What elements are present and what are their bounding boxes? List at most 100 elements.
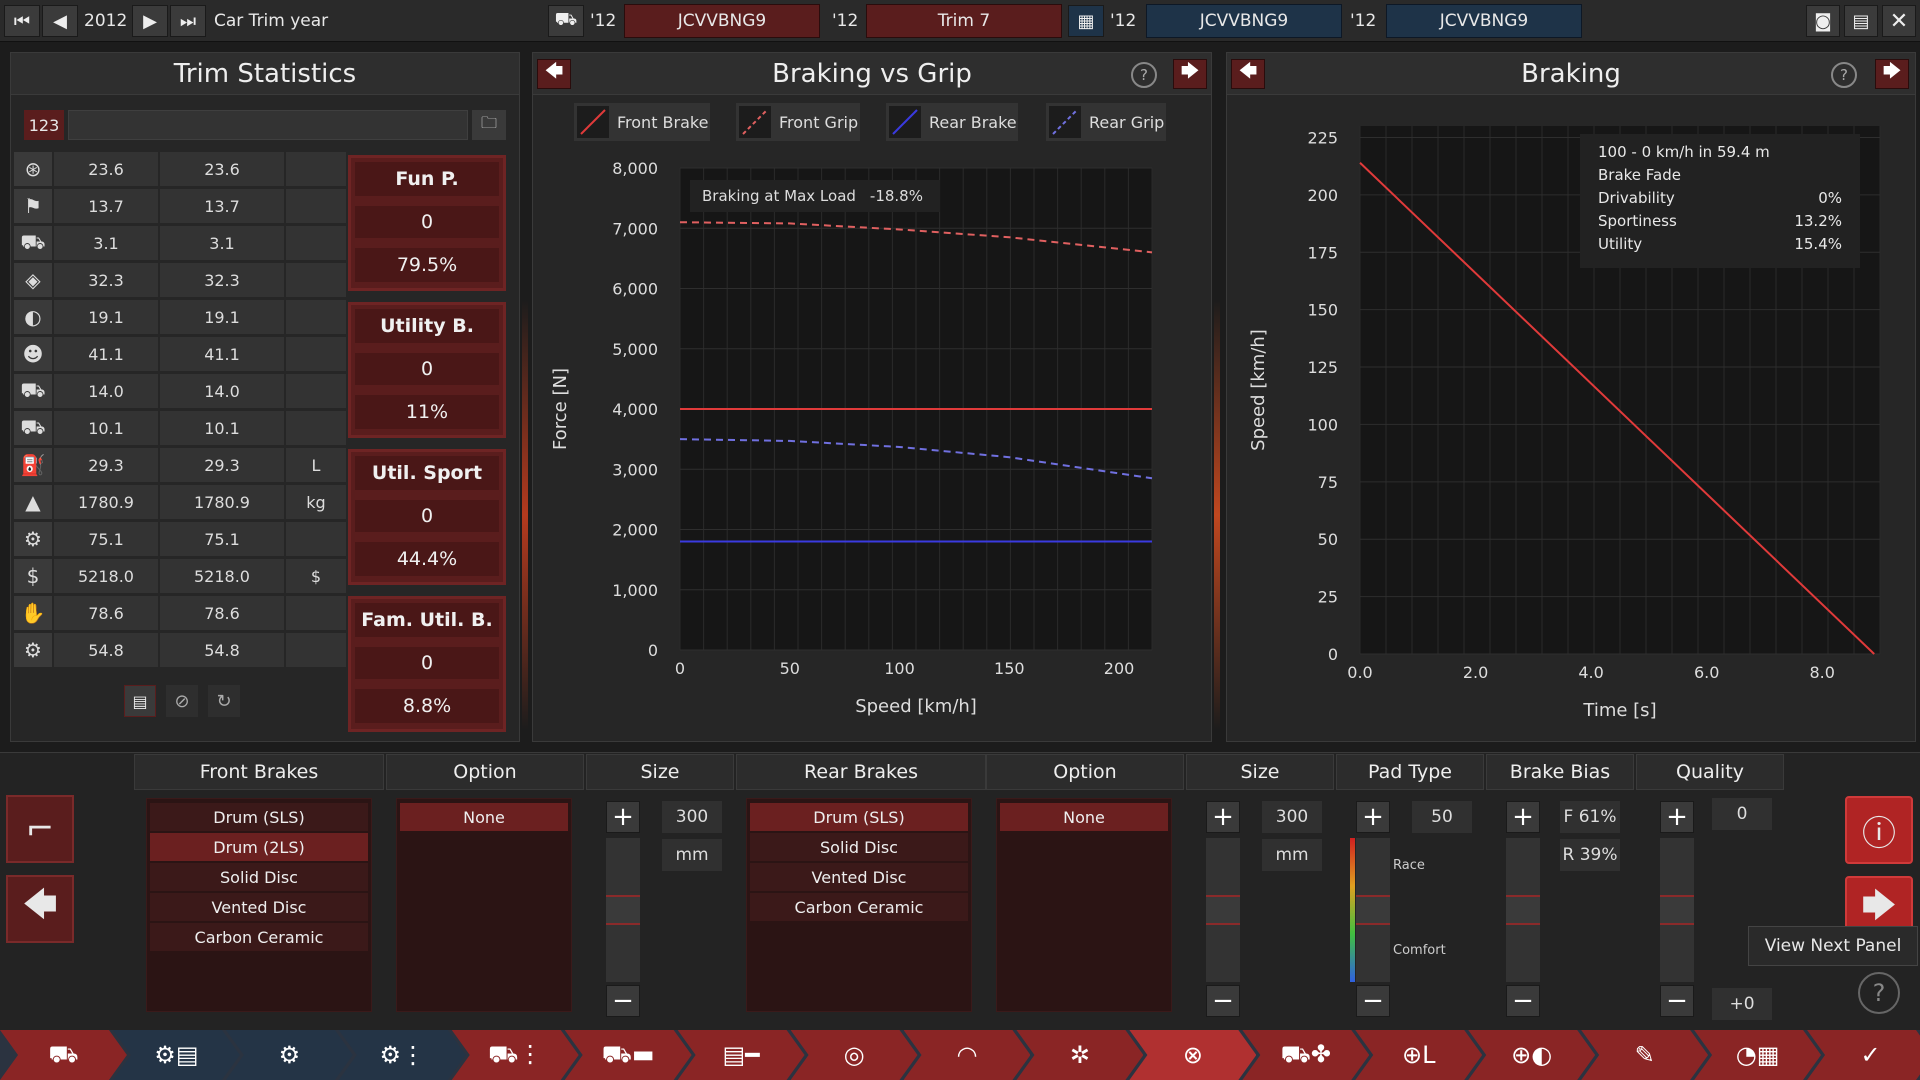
engine-icon[interactable]: ⚙	[226, 1030, 353, 1080]
score-card[interactable]: Util. Sport 0 44.4%	[348, 449, 506, 585]
year-next-button[interactable]: ▶	[132, 5, 168, 37]
tune-icon[interactable]: ✎	[1581, 1030, 1708, 1080]
engine-icon[interactable]: ▦	[1068, 5, 1104, 37]
rear-size-minus-button[interactable]: −	[1206, 985, 1240, 1017]
refresh-icon[interactable]: ↻	[208, 685, 240, 717]
document-icon[interactable]: ▤	[124, 685, 156, 717]
chassis-shape-icon[interactable]: ⌐	[6, 795, 74, 863]
camera-icon[interactable]: ◙	[1806, 5, 1840, 37]
quality-slider-knob[interactable]	[1660, 895, 1694, 925]
next-braking-button[interactable]: 🡆	[1875, 59, 1909, 89]
interior-icon[interactable]: ⊕L	[1355, 1030, 1482, 1080]
drivetrain-icon[interactable]: ◎	[791, 1030, 918, 1080]
pad-type-value[interactable]: 50	[1412, 801, 1472, 833]
braking-help-icon[interactable]: ?	[1831, 62, 1857, 88]
year-first-button[interactable]: ⏮	[4, 5, 40, 37]
list-option[interactable]: Carbon Ceramic	[150, 923, 368, 951]
y-tick-label: 6,000	[612, 280, 658, 299]
car-model-icon[interactable]: ⛟	[548, 5, 584, 37]
engine-settings-icon[interactable]: ⚙⋮	[339, 1030, 466, 1080]
front-option-list: None	[396, 798, 572, 1012]
aero-icon[interactable]: ⛟✤	[1242, 1030, 1369, 1080]
brake-bias-minus-button[interactable]: −	[1506, 985, 1540, 1017]
quality-slider[interactable]	[1660, 838, 1694, 982]
rear-size-value[interactable]: 300	[1262, 801, 1322, 833]
score-card[interactable]: Fun P. 0 79.5%	[348, 155, 506, 291]
legend-rear-grip[interactable]: Rear Grip	[1046, 103, 1166, 141]
next-chart-button[interactable]: 🡆	[1173, 59, 1207, 89]
slot-2-button[interactable]: Trim 7	[866, 4, 1062, 38]
stat-value-compare: 3.1	[160, 226, 284, 261]
search-prefix[interactable]: 123	[24, 110, 64, 140]
brake-bias-header: Brake Bias	[1486, 754, 1634, 790]
x-tick-label: 200	[1104, 659, 1135, 678]
rear-size-slider-knob[interactable]	[1206, 895, 1240, 925]
test-track-icon[interactable]: ◔▦	[1694, 1030, 1821, 1080]
slot-3-button[interactable]: JCVVBNG9	[1146, 4, 1342, 38]
stat-value-current: 13.7	[54, 189, 158, 224]
quality-plus-button[interactable]: +	[1660, 801, 1694, 833]
slot-4-button[interactable]: JCVVBNG9	[1386, 4, 1582, 38]
wheel-icon[interactable]: ✲	[1016, 1030, 1143, 1080]
front-size-slider-knob[interactable]	[606, 895, 640, 925]
car-body-icon[interactable]: ⛟	[0, 1030, 127, 1080]
score-card[interactable]: Utility B. 0 11%	[348, 302, 506, 438]
stat-row: ✋ 78.6 78.6	[14, 596, 346, 631]
list-option[interactable]: Drum (SLS)	[150, 803, 368, 831]
list-option[interactable]: None	[1000, 803, 1168, 831]
brake-bias-plus-button[interactable]: +	[1506, 801, 1540, 833]
legend-front-grip[interactable]: Front Grip	[736, 103, 860, 141]
list-option[interactable]: Solid Disc	[150, 863, 368, 891]
list-option[interactable]: Carbon Ceramic	[750, 893, 968, 921]
prev-braking-button[interactable]: 🡄	[1231, 59, 1265, 89]
year-last-button[interactable]: ⏭	[170, 5, 206, 37]
help-bottom-icon[interactable]: ?	[1858, 972, 1900, 1014]
legend-rear-brake[interactable]: Rear Brake	[886, 103, 1018, 141]
rear-size-plus-button[interactable]: +	[1206, 801, 1240, 833]
score-card[interactable]: Fam. Util. B. 0 8.8%	[348, 596, 506, 732]
engine-file-icon[interactable]: ⚙▤	[113, 1030, 240, 1080]
quality-minus-button[interactable]: −	[1660, 985, 1694, 1017]
safety-icon[interactable]: ⊕◐	[1468, 1030, 1595, 1080]
list-option[interactable]: Vented Disc	[150, 893, 368, 921]
legend-front-brake[interactable]: Front Brake	[574, 103, 710, 141]
car-settings-icon[interactable]: ⛟⋮	[452, 1030, 579, 1080]
year-prev-button[interactable]: ◀	[42, 5, 78, 37]
pad-type-header: Pad Type	[1336, 754, 1484, 790]
folder-car-icon[interactable]: 🗀	[472, 110, 506, 140]
list-option[interactable]: Drum (2LS)	[150, 833, 368, 861]
stat-unit	[286, 226, 346, 261]
gauge-icon[interactable]: ◠	[904, 1030, 1031, 1080]
pad-type-plus-button[interactable]: +	[1356, 801, 1390, 833]
list-option[interactable]: Solid Disc	[750, 833, 968, 861]
rear-brake-swatch	[889, 106, 921, 138]
list-option[interactable]: None	[400, 803, 568, 831]
front-size-slider[interactable]	[606, 838, 640, 982]
chassis-icon[interactable]: ⛟▬	[565, 1030, 692, 1080]
front-size-minus-button[interactable]: −	[606, 985, 640, 1017]
list-empty-slot	[750, 953, 968, 981]
front-size-plus-button[interactable]: +	[606, 801, 640, 833]
help-icon[interactable]: ?	[1131, 62, 1157, 88]
pad-type-minus-button[interactable]: −	[1356, 985, 1390, 1017]
list-option[interactable]: Drum (SLS)	[750, 803, 968, 831]
close-icon[interactable]: ✕	[1882, 5, 1916, 37]
slot-1-button[interactable]: JCVVBNG9	[624, 4, 820, 38]
warning-icon[interactable]: ⓘ	[1845, 796, 1913, 864]
brake-disc-icon[interactable]: ⊗	[1129, 1030, 1256, 1080]
pad-type-slider[interactable]	[1356, 838, 1390, 982]
front-size-value[interactable]: 300	[662, 801, 722, 833]
search-input[interactable]	[68, 110, 468, 140]
suspension-icon[interactable]: ▤━	[678, 1030, 805, 1080]
stat-row: ▲ 1780.9 1780.9 kg	[14, 485, 346, 520]
offroad-car-icon: ⛟	[14, 411, 52, 446]
prev-chart-button[interactable]: 🡄	[537, 59, 571, 89]
brake-bias-slider-knob[interactable]	[1506, 895, 1540, 925]
list-option[interactable]: Vented Disc	[750, 863, 968, 891]
cancel-icon[interactable]: ⊘	[166, 685, 198, 717]
calculator-icon[interactable]: ▤	[1844, 5, 1878, 37]
rear-size-slider[interactable]	[1206, 838, 1240, 982]
pad-type-slider-knob[interactable]	[1356, 895, 1390, 925]
back-arrow-button[interactable]: 🡄	[6, 875, 74, 943]
brake-bias-slider[interactable]	[1506, 838, 1540, 982]
